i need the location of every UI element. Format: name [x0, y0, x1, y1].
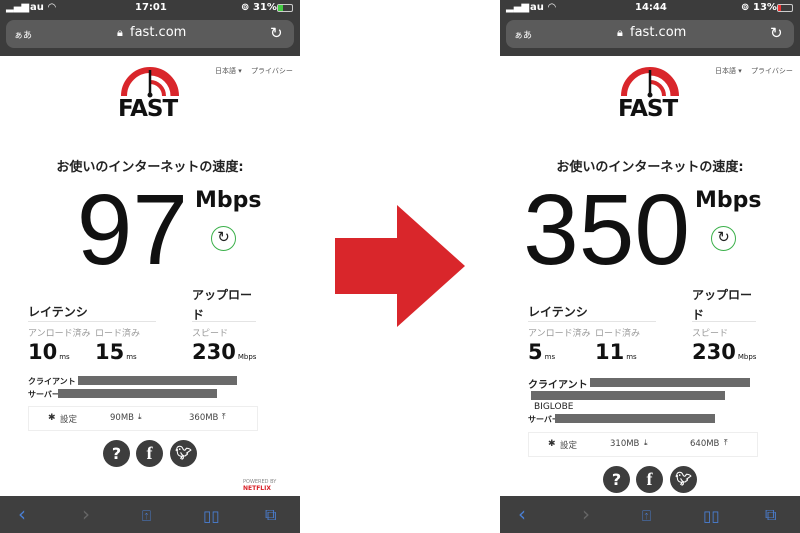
upload-size: 640MB	[690, 439, 720, 449]
upload-speed: 230 Mbps	[192, 340, 257, 364]
refresh-button[interactable]: ↻	[211, 226, 236, 251]
client-label: クライアント	[28, 377, 76, 386]
signal-icon: ▂▄▆	[506, 2, 530, 13]
forward-button[interactable]: ›	[582, 502, 590, 526]
facebook-button[interactable]: f	[136, 440, 163, 467]
latency-heading: レイテンシ	[28, 305, 88, 319]
redacted-bar	[78, 376, 237, 385]
battery-percent: 31%	[253, 2, 277, 13]
url-text: fast.com	[630, 25, 687, 40]
powered-by-netflix[interactable]: POWERED BY NETFLIX	[243, 479, 300, 492]
unloaded-latency: 10 ms	[28, 340, 70, 364]
share-button[interactable]: ⍐	[142, 507, 151, 525]
latency-heading: レイテンシ	[528, 305, 588, 319]
back-button[interactable]: ‹	[18, 502, 26, 526]
help-button[interactable]: ?	[603, 466, 630, 493]
upload-speed-label: スピード	[692, 329, 729, 339]
privacy-link[interactable]: プライバシー	[251, 66, 293, 76]
download-size: 310MB	[610, 439, 640, 449]
upload-heading: アップロー	[192, 288, 253, 302]
gear-icon[interactable]: ✱	[548, 439, 556, 449]
tabs-button[interactable]: ⧉	[265, 505, 276, 525]
refresh-button[interactable]: ↻	[711, 226, 736, 251]
tabs-button[interactable]: ⧉	[765, 505, 776, 525]
divider	[192, 321, 256, 322]
right-arrow-icon	[335, 205, 465, 327]
unloaded-label: アンロード済み	[528, 329, 591, 339]
forward-button[interactable]: ›	[82, 502, 90, 526]
facebook-button[interactable]: f	[636, 466, 663, 493]
settings-button[interactable]: 設定	[60, 413, 77, 425]
divider	[692, 321, 756, 322]
twitter-button[interactable]: 🐦︎	[170, 440, 197, 467]
fast-logo-gauge	[121, 67, 179, 98]
help-button[interactable]: ?	[103, 440, 130, 467]
download-size: 90MB	[110, 413, 134, 423]
redacted-bar	[58, 389, 217, 398]
twitter-button[interactable]: 🐦︎	[670, 466, 697, 493]
phone-screen-0: ▂▄▆ au ◠ 17:01 ⊚ 31% ぁあ 🔒︎ fast.com ↻ 日本…	[0, 0, 300, 533]
url-text: fast.com	[130, 25, 187, 40]
download-speed-value: 350	[523, 174, 690, 286]
isp-name: BIGLOBE	[534, 402, 574, 412]
carrier-label: au	[530, 2, 544, 13]
language-select[interactable]: 日本語 ▾	[215, 66, 242, 76]
unloaded-label: アンロード済み	[28, 329, 91, 339]
download-size-icon: ⤓	[138, 412, 142, 421]
orientation-lock-icon: ⊚	[241, 2, 250, 13]
battery-icon	[777, 4, 793, 12]
divider	[528, 321, 656, 322]
reader-text-size-button[interactable]: ぁあ	[14, 28, 32, 41]
battery-icon	[277, 4, 293, 12]
speed-heading: お使いのインターネットの速度:	[56, 160, 244, 175]
clock: 17:01	[135, 2, 167, 13]
bookmarks-button[interactable]: ▯▯	[703, 507, 720, 525]
settings-button[interactable]: 設定	[560, 439, 577, 451]
language-select[interactable]: 日本語 ▾	[715, 66, 742, 76]
server-label: サーバー	[28, 390, 60, 399]
share-button[interactable]: ⍐	[642, 507, 651, 525]
speed-unit: Mbps	[195, 188, 262, 213]
speed-unit: Mbps	[695, 188, 762, 213]
upload-speed: 230 Mbps	[692, 340, 757, 364]
upload-heading: アップロー	[692, 288, 753, 302]
battery-percent: 13%	[753, 2, 777, 13]
privacy-link[interactable]: プライバシー	[751, 66, 793, 76]
loaded-latency: 11 ms	[595, 340, 637, 364]
fast-logo-text: FAST	[618, 96, 678, 122]
lock-icon: 🔒︎	[617, 26, 623, 39]
speed-heading: お使いのインターネットの速度:	[556, 160, 744, 175]
bookmarks-button[interactable]: ▯▯	[203, 507, 220, 525]
redacted-bar	[590, 378, 750, 387]
redacted-bar	[555, 414, 715, 423]
upload-speed-label: スピード	[192, 329, 229, 339]
phone-screen-1: ▂▄▆ au ◠ 14:44 ⊚ 13% ぁあ 🔒︎ fast.com ↻ 日本…	[500, 0, 800, 533]
loaded-label: ロード済み	[95, 329, 141, 339]
fast-logo-gauge	[621, 67, 679, 98]
unloaded-latency: 5 ms	[528, 340, 556, 364]
upload-size-icon: ⤒	[222, 412, 226, 421]
loaded-latency: 15 ms	[95, 340, 137, 364]
divider	[28, 321, 156, 322]
loaded-label: ロード済み	[595, 329, 641, 339]
client-label: クライアント	[528, 380, 588, 391]
clock: 14:44	[635, 2, 667, 13]
reload-icon[interactable]: ↻	[770, 24, 783, 42]
back-button[interactable]: ‹	[518, 502, 526, 526]
orientation-lock-icon: ⊚	[741, 2, 750, 13]
reload-icon[interactable]: ↻	[270, 24, 283, 42]
reader-text-size-button[interactable]: ぁあ	[514, 28, 532, 41]
redacted-bar	[531, 391, 725, 400]
fast-logo-text: FAST	[118, 96, 178, 122]
download-speed-value: 97	[76, 174, 188, 286]
upload-size: 360MB	[189, 413, 219, 423]
lock-icon: 🔒︎	[117, 26, 123, 39]
carrier-label: au	[30, 2, 44, 13]
wifi-icon: ◠	[548, 2, 556, 13]
wifi-icon: ◠	[48, 2, 56, 13]
download-size-icon: ⤓	[644, 438, 648, 447]
gear-icon[interactable]: ✱	[48, 413, 56, 423]
upload-size-icon: ⤒	[724, 438, 728, 447]
signal-icon: ▂▄▆	[6, 2, 30, 13]
